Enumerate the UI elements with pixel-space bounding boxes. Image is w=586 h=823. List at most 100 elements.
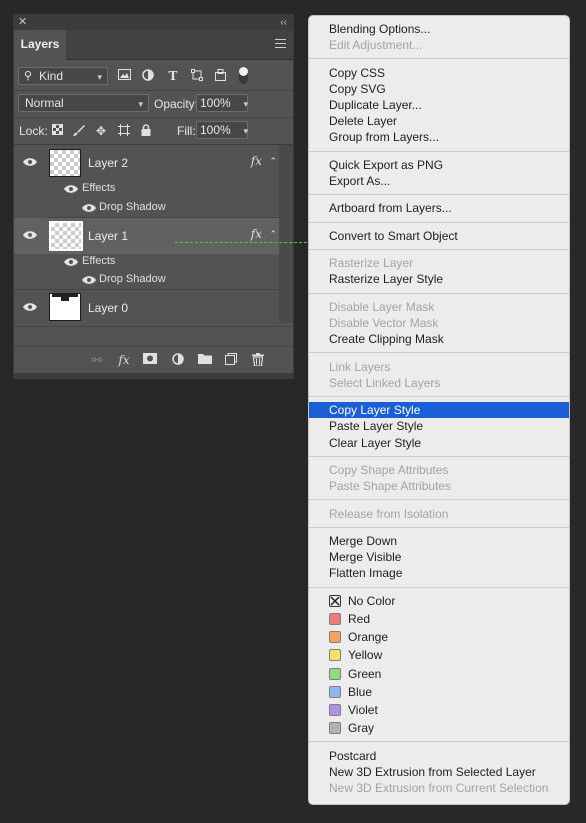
menu-item-release-from-isolation: Release from Isolation xyxy=(329,506,449,521)
menu-item-link-layers: Link Layers xyxy=(329,359,391,374)
menu-item-copy-layer-style[interactable]: Copy Layer Style xyxy=(309,402,569,419)
new-group-folder-icon[interactable] xyxy=(198,353,212,367)
lock-artboard-icon[interactable] xyxy=(117,124,131,138)
visibility-eye-icon[interactable] xyxy=(64,258,78,266)
add-layer-style-fx-icon[interactable]: fx xyxy=(117,353,131,367)
panel-resize-grip[interactable] xyxy=(14,373,293,379)
drop-shadow-row[interactable]: Drop Shadow xyxy=(46,271,280,289)
lock-pixels-brush-icon[interactable] xyxy=(72,124,86,138)
menu-item-delete-layer[interactable]: Delete Layer xyxy=(309,113,569,129)
new-fill-adjustment-layer-icon[interactable] xyxy=(171,353,185,367)
color-label: Gray xyxy=(348,721,375,736)
layer-context-menu: Blending Options... Edit Adjustment... Cop… xyxy=(308,15,570,805)
panel-menu-icon[interactable] xyxy=(275,39,286,48)
lock-all-icon[interactable] xyxy=(139,124,153,138)
layer-row-layer-0[interactable]: Layer 0 xyxy=(14,290,280,326)
menu-item-flatten-image[interactable]: Flatten Image xyxy=(309,565,569,581)
collapse-icon[interactable]: ‹‹ xyxy=(280,15,287,30)
chevron-up-icon[interactable]: ⌃ xyxy=(269,229,277,240)
color-swatch-icon xyxy=(329,685,341,698)
menu-item-export-as[interactable]: Export As... xyxy=(309,173,569,189)
menu-separator xyxy=(309,396,569,397)
menu-item-convert-to-smart-object[interactable]: Convert to Smart Object xyxy=(309,228,569,244)
visibility-eye-icon[interactable] xyxy=(82,276,96,284)
menu-item-merge-down[interactable]: Merge Down xyxy=(309,533,569,549)
drag-indicator-line xyxy=(175,242,317,243)
chevron-up-icon[interactable]: ⌃ xyxy=(269,156,277,167)
menu-item-color-gray[interactable]: Gray xyxy=(309,720,569,738)
fill-value: 100% xyxy=(200,123,231,137)
opacity-value: 100% xyxy=(200,96,231,110)
filter-kind-select[interactable]: ⚲ Kind ▾ xyxy=(18,67,108,85)
smart-object-filter-icon[interactable] xyxy=(213,69,227,83)
fx-icon[interactable]: fx xyxy=(251,227,262,241)
layer-name[interactable]: Layer 1 xyxy=(88,229,128,243)
menu-item-merge-visible[interactable]: Merge Visible xyxy=(309,549,569,565)
visibility-eye-icon[interactable] xyxy=(64,185,78,193)
menu-item-color-green[interactable]: Green xyxy=(309,666,569,684)
fx-icon[interactable]: fx xyxy=(251,154,262,168)
effects-row[interactable]: Effects xyxy=(46,180,280,198)
effects-label: Effects xyxy=(82,255,116,267)
tab-layers[interactable]: Layers xyxy=(14,30,66,60)
fill-input[interactable]: 100% ▾ xyxy=(196,121,248,139)
menu-item-color-red[interactable]: Red xyxy=(309,611,569,629)
menu-separator xyxy=(309,150,569,152)
layer-row-layer-1[interactable]: Layer 1 fx ⌃ xyxy=(14,218,280,254)
menu-item-new-3d-extrusion-from-selected-layer[interactable]: New 3D Extrusion from Selected Layer xyxy=(309,764,569,780)
chevron-down-icon: ▾ xyxy=(243,126,248,136)
drop-shadow-row[interactable]: Drop Shadow xyxy=(46,199,280,217)
shape-filter-icon[interactable] xyxy=(190,69,204,83)
layers-scrollbar[interactable] xyxy=(279,145,293,323)
filter-toggle[interactable] xyxy=(239,67,248,84)
lock-position-move-icon[interactable]: ✥ xyxy=(94,124,108,138)
menu-separator xyxy=(309,455,569,457)
color-swatch-icon xyxy=(329,649,341,662)
color-swatch-icon xyxy=(329,704,341,716)
chevron-down-icon: ▾ xyxy=(243,99,248,109)
type-filter-icon[interactable]: T xyxy=(166,69,180,83)
color-swatch-icon xyxy=(329,631,341,644)
close-icon[interactable]: ✕ xyxy=(18,15,27,30)
menu-item-create-clipping-mask[interactable]: Create Clipping Mask xyxy=(309,331,569,347)
layer-thumbnail xyxy=(49,293,81,321)
visibility-eye-icon[interactable] xyxy=(23,231,37,239)
menu-item-group-from-layers[interactable]: Group from Layers... xyxy=(309,129,569,145)
delete-layer-trash-icon[interactable] xyxy=(251,353,265,367)
layer-row-layer-2[interactable]: Layer 2 fx ⌃ xyxy=(14,145,280,181)
blend-mode-select[interactable]: Normal ▾ xyxy=(18,94,149,112)
menu-item-color-yellow[interactable]: Yellow xyxy=(309,647,569,665)
lock-transparency-icon[interactable] xyxy=(50,124,64,138)
menu-item-color-violet[interactable]: Violet xyxy=(309,702,569,720)
layers-bottom-toolbar: ⚯ fx xyxy=(14,346,293,373)
image-filter-icon[interactable] xyxy=(117,69,131,83)
menu-item-copy-css[interactable]: Copy CSS xyxy=(309,65,569,81)
menu-item-color-orange[interactable]: Orange xyxy=(309,629,569,647)
menu-item-quick-export-as-png[interactable]: Quick Export as PNG xyxy=(309,157,569,173)
layer-name[interactable]: Layer 2 xyxy=(88,156,128,170)
visibility-eye-icon[interactable] xyxy=(23,303,37,311)
effects-row[interactable]: Effects xyxy=(46,253,280,271)
menu-item-artboard-from-layers[interactable]: Artboard from Layers... xyxy=(309,200,569,216)
opacity-input[interactable]: 100% ▾ xyxy=(196,94,248,112)
menu-item-clear-layer-style[interactable]: Clear Layer Style xyxy=(309,435,569,451)
panel-title-bar: ✕ ‹‹ xyxy=(14,15,293,30)
link-layers-icon[interactable]: ⚯ xyxy=(90,353,104,367)
menu-item-duplicate-layer[interactable]: Duplicate Layer... xyxy=(309,97,569,113)
menu-item-color-no-color[interactable]: No Color xyxy=(309,593,569,611)
visibility-eye-icon[interactable] xyxy=(23,158,37,166)
adjustment-filter-icon[interactable] xyxy=(141,69,155,83)
menu-item-paste-layer-style[interactable]: Paste Layer Style xyxy=(309,418,569,434)
new-layer-icon[interactable] xyxy=(224,353,238,367)
add-mask-icon[interactable] xyxy=(143,353,157,367)
visibility-eye-icon[interactable] xyxy=(82,204,96,212)
menu-separator xyxy=(309,249,569,250)
menu-item-color-blue[interactable]: Blue xyxy=(309,684,569,702)
menu-item-copy-svg[interactable]: Copy SVG xyxy=(309,81,569,97)
menu-item-disable-layer-mask: Disable Layer Mask xyxy=(329,299,435,314)
menu-item-blending-options[interactable]: Blending Options... xyxy=(309,21,569,37)
menu-item-rasterize-layer-style[interactable]: Rasterize Layer Style xyxy=(309,271,569,287)
layer-name[interactable]: Layer 0 xyxy=(88,301,128,315)
menu-item-postcard[interactable]: Postcard xyxy=(309,748,569,764)
drop-shadow-label: Drop Shadow xyxy=(99,273,166,285)
